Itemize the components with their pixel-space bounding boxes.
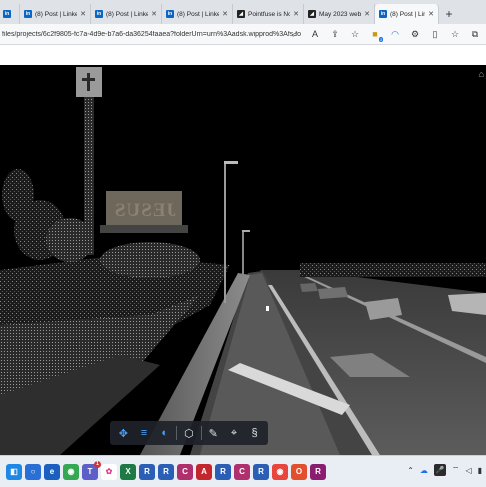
viewcube-icon[interactable]: ⌂ xyxy=(479,69,484,79)
cube-icon[interactable]: ⬡ xyxy=(180,424,198,442)
chevron-up-icon[interactable]: ⌃ xyxy=(407,466,414,475)
address-bar-actions: ⌕ A ⇪ ☆ ■ 3 ◠ ⚙ ▯ ☆ ⧉ xyxy=(288,27,482,42)
tab-3[interactable]: in (8) Post | LinkedIn ✕ xyxy=(162,4,233,24)
layers-icon[interactable]: ≡ xyxy=(135,424,153,442)
taskbar-app-app-c1-icon[interactable]: C xyxy=(177,463,193,480)
viewer-toolbar: ✥ ≡ ◐ ⬡ ✎ ⌖ § xyxy=(110,421,268,445)
read-aloud-icon[interactable]: A xyxy=(308,29,322,39)
address-bar[interactable]: files/projects/6c2f9805-fc7a-4d9e-b7a6-d… xyxy=(0,24,486,45)
close-icon[interactable]: ✕ xyxy=(293,10,299,18)
windows-taskbar: ◧ ○ e ◉ T 1 ✿ X R R C A R C R ◉ O R ⌃ ☁ 🎤 ⌔ ◁ ▮ xyxy=(0,455,486,487)
taskbar-app-app-r2-icon[interactable]: R xyxy=(158,463,174,480)
tab-label: (8) Post | Linkedin xyxy=(390,10,425,18)
new-tab-button[interactable]: + xyxy=(439,4,459,24)
linkedin-icon: in xyxy=(3,10,11,18)
taskbar-app-chrome-icon[interactable]: ◉ xyxy=(63,463,79,480)
linkedin-icon: in xyxy=(379,10,387,18)
point-cloud-scene xyxy=(0,67,486,455)
favorite-star-icon[interactable]: ☆ xyxy=(348,29,362,40)
linkedin-icon: in xyxy=(95,10,103,18)
volume-icon[interactable]: ◁ xyxy=(465,466,471,475)
settings-icon[interactable]: § xyxy=(246,424,264,442)
pointfuse-icon: ◢ xyxy=(308,10,316,18)
extension-badge: 3 xyxy=(378,37,383,42)
share-icon[interactable]: ⇪ xyxy=(328,29,342,40)
taskbar-app-chrome-2-icon[interactable]: ◉ xyxy=(272,463,288,480)
taskbar-apps: ◧ ○ e ◉ T 1 ✿ X R R C A R C R ◉ O R xyxy=(0,460,326,480)
section-icon[interactable]: ◐ xyxy=(156,424,174,442)
tab-label: Pointfuse is No xyxy=(248,10,291,18)
extension-icon[interactable]: ■ 3 xyxy=(368,29,383,42)
microphone-icon[interactable]: 🎤 xyxy=(433,464,446,476)
collections-icon[interactable]: ⧉ xyxy=(468,29,482,40)
orbit-icon[interactable]: ✥ xyxy=(114,424,132,442)
tab-4[interactable]: ◢ Pointfuse is No ✕ xyxy=(233,4,304,24)
system-tray: ⌃ ☁ 🎤 ⌔ ◁ ▮ xyxy=(407,464,482,476)
taskbar-app-photos-icon[interactable]: ✿ xyxy=(101,463,117,480)
taskbar-app-search-icon[interactable]: ○ xyxy=(25,463,41,480)
taskbar-app-excel-icon[interactable]: X xyxy=(120,463,136,480)
tab-label: (8) Post | LinkedIn xyxy=(35,10,77,18)
tab-0[interactable]: in xyxy=(0,4,20,24)
close-icon[interactable]: ✕ xyxy=(80,10,86,18)
taskbar-app-office-icon[interactable]: O xyxy=(291,463,307,480)
close-icon[interactable]: ✕ xyxy=(222,10,228,18)
taskbar-app-edge-icon[interactable]: e xyxy=(44,463,60,480)
linkedin-icon: in xyxy=(24,10,32,18)
pointfuse-icon: ◢ xyxy=(237,10,245,18)
billboard-text: JESUS xyxy=(113,200,177,221)
taskbar-app-app-r5-icon[interactable]: R xyxy=(310,463,326,480)
tab-strip: in in (8) Post | LinkedIn ✕ in (8) Post … xyxy=(0,0,486,24)
cloud-icon[interactable]: ☁ xyxy=(420,466,428,475)
notification-badge: 1 xyxy=(94,460,101,468)
split-screen-icon[interactable]: ▯ xyxy=(428,29,442,40)
point-cloud-viewer[interactable]: JESUS ⌂ ✥ ≡ ◐ ⬡ ✎ ⌖ § xyxy=(0,65,486,455)
tab-2[interactable]: in (8) Post | LinkedIn ✕ xyxy=(91,4,162,24)
tab-label: May 2023 webi xyxy=(319,10,362,18)
tab-label: (8) Post | LinkedIn xyxy=(177,10,219,18)
taskbar-app-teams-icon[interactable]: T1 xyxy=(82,460,101,480)
taskbar-app-app-r4-icon[interactable]: R xyxy=(253,463,269,480)
taskbar-app-app-r1-icon[interactable]: R xyxy=(139,463,155,480)
measure-pencil-icon[interactable]: ✎ xyxy=(204,424,222,442)
search-icon[interactable]: ⌕ xyxy=(288,29,302,40)
page-header-strip xyxy=(0,45,486,65)
taskbar-app-app-a-icon[interactable]: A xyxy=(196,463,212,480)
linkedin-icon: in xyxy=(166,10,174,18)
taskbar-app-app-r3-icon[interactable]: R xyxy=(215,463,231,480)
url-text[interactable]: files/projects/6c2f9805-fc7a-4d9e-b7a6-d… xyxy=(0,31,302,38)
close-icon[interactable]: ✕ xyxy=(364,10,370,18)
close-icon[interactable]: ✕ xyxy=(151,10,157,18)
tab-6[interactable]: in (8) Post | Linkedin ✕ xyxy=(375,4,439,24)
toolbar-divider xyxy=(176,426,178,440)
markup-icon[interactable]: ⌖ xyxy=(225,424,243,442)
battery-icon[interactable]: ▮ xyxy=(478,466,482,475)
settings-gear-icon[interactable]: ⚙ xyxy=(408,29,422,40)
tab-label: (8) Post | LinkedIn xyxy=(106,10,148,18)
tab-5[interactable]: ◢ May 2023 webi ✕ xyxy=(304,4,375,24)
wifi-icon[interactable]: ⌔ xyxy=(452,465,460,475)
toolbar-divider xyxy=(200,426,202,440)
favorites-icon[interactable]: ☆ xyxy=(448,29,462,40)
taskbar-app-app-c2-icon[interactable]: C xyxy=(234,463,250,480)
close-icon[interactable]: ✕ xyxy=(428,10,434,18)
copilot-icon[interactable]: ◠ xyxy=(388,29,402,40)
taskbar-app-windows-icon[interactable]: ◧ xyxy=(6,463,22,480)
tab-1[interactable]: in (8) Post | LinkedIn ✕ xyxy=(20,4,91,24)
